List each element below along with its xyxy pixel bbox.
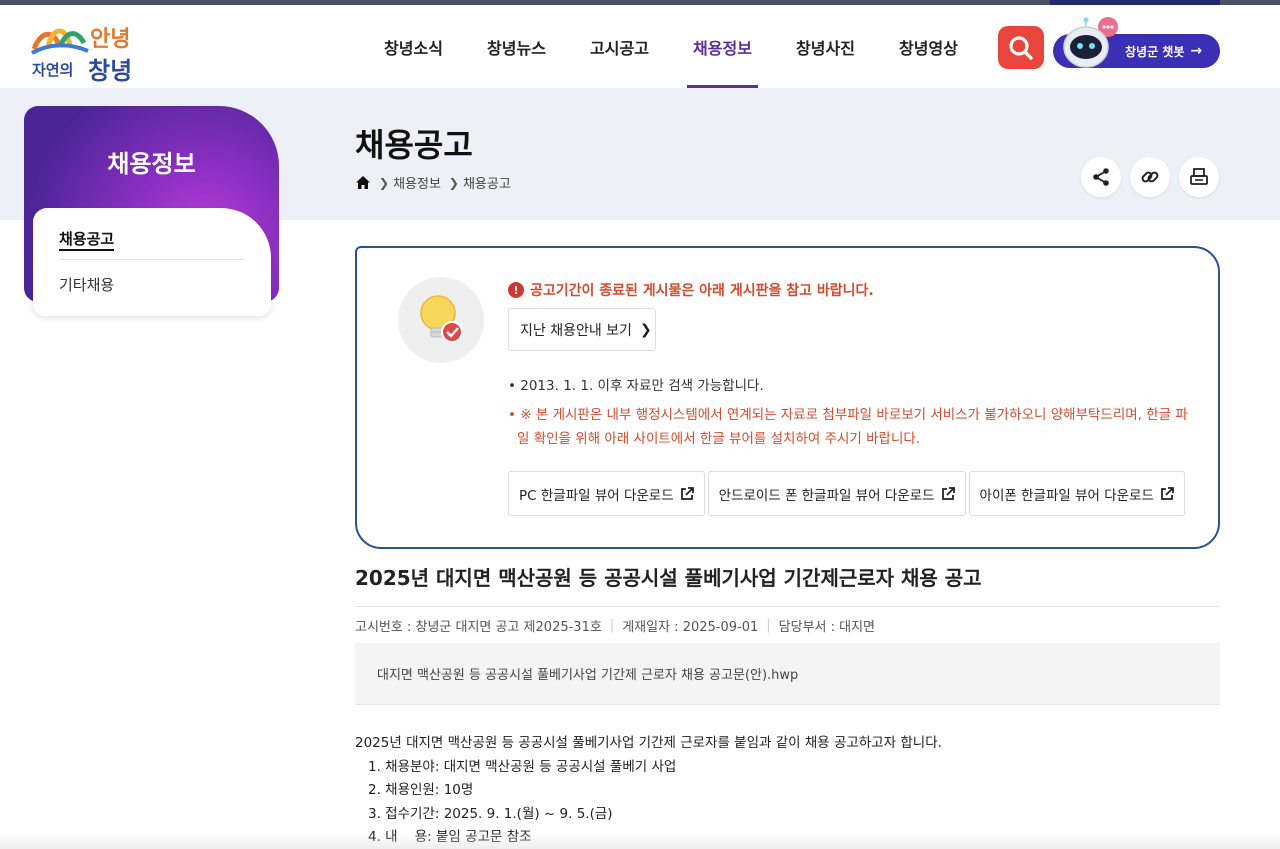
list-item: 1. 채용분야: 대지면 맥산공원 등 공공시설 풀베기 사업: [368, 758, 677, 775]
search-icon: [1009, 35, 1033, 60]
meta-divider: |: [766, 618, 771, 633]
sidebar-item-other-jobs[interactable]: 기타채용: [59, 260, 245, 295]
share-button[interactable]: [1081, 157, 1121, 197]
nav-item-photos[interactable]: 창녕사진: [774, 5, 877, 88]
sidebar-item-label: 채용공고: [59, 230, 115, 251]
sidebar-item-job-posting[interactable]: 채용공고: [59, 228, 245, 260]
site-header: 안녕 자연의 창녕 창녕소식 창녕뉴스 고시공고 채용정보 창녕사진 창녕영상 …: [0, 5, 1280, 88]
post-title: 2025년 대지면 맥산공원 등 공공시설 풀베기사업 기간제근로자 채용 공고: [355, 566, 982, 590]
external-link-icon: [1160, 486, 1174, 500]
list-item: 2. 채용인원: 10명: [368, 782, 474, 798]
robot-icon: [1063, 17, 1118, 68]
logo-text-nature: 자연의: [32, 61, 74, 79]
post-meta: 고시번호 : 창녕군 대지면 공고 제2025-31호 | 게재일자 : 202…: [355, 606, 1220, 644]
download-label: 안드로이드 폰 한글파일 뷰어 다운로드: [718, 487, 935, 504]
print-icon: [1190, 168, 1208, 185]
sidebar-menu: 채용공고 기타채용: [33, 208, 271, 316]
logo-text-hello: 안녕: [90, 27, 131, 52]
nav-item-press[interactable]: 창녕뉴스: [465, 5, 568, 88]
sidebar-title: 채용정보: [107, 150, 196, 178]
page-tools: [1081, 157, 1228, 197]
notice-bullet-date: • 2013. 1. 1. 이후 자료만 검색 가능합니다.: [508, 378, 764, 394]
post-date: 게재일자 : 2025-09-01: [622, 620, 759, 635]
meta-divider: |: [609, 618, 615, 633]
breadcrumb: ❯ 채용정보 ❯ 채용공고: [355, 173, 511, 192]
post-notice-number: 고시번호 : 창녕군 대지면 공고 제2025-31호: [355, 620, 602, 635]
nav-item-videos[interactable]: 창녕영상: [877, 5, 980, 88]
external-link-icon: [680, 486, 694, 500]
search-button[interactable]: [998, 26, 1044, 69]
notice-box: ! 공고기간이 종료된 게시물은 아래 게시판을 참고 바랍니다. 지난 채용안…: [355, 246, 1220, 549]
post-department: 담당부서 : 대지면: [778, 620, 876, 635]
notice-bullets: • 2013. 1. 1. 이후 자료만 검색 가능합니다. • ※ 본 게시판…: [508, 374, 1198, 451]
nav-item-notices[interactable]: 고시공고: [568, 5, 671, 88]
print-button[interactable]: [1179, 157, 1219, 197]
list-item: 3. 접수기간: 2025. 9. 1.(월) ~ 9. 5.(금): [368, 805, 613, 822]
site-logo[interactable]: 안녕 자연의 창녕: [30, 17, 140, 85]
attachment-box: 대지면 맥산공원 등 공공시설 풀베기사업 기간제 근로자 채용 공고문(안).…: [355, 643, 1220, 705]
bottom-shadow: [0, 832, 1280, 849]
copy-link-button[interactable]: [1130, 157, 1170, 197]
chatbot-label: 창녕군 챗봇: [1125, 44, 1185, 59]
link-icon: [1141, 171, 1159, 183]
logo-text-changnyeong: 창녕: [88, 57, 133, 85]
attachment-file-link[interactable]: 대지면 맥산공원 등 공공시설 풀베기사업 기간제 근로자 채용 공고문(안).…: [377, 664, 798, 683]
notice-warning: ! 공고기간이 종료된 게시물은 아래 게시판을 참고 바랍니다.: [508, 280, 874, 300]
post-intro: 2025년 대지면 맥산공원 등 공공시설 풀베기사업 기간제 근로자를 붙임과…: [355, 735, 942, 751]
share-icon: [1093, 168, 1109, 186]
nav-item-jobs[interactable]: 채용정보: [671, 5, 774, 88]
breadcrumb-item-posting[interactable]: 채용공고: [463, 173, 511, 192]
nav-item-news[interactable]: 창녕소식: [362, 5, 465, 88]
chevron-right-icon: ❯: [448, 175, 459, 190]
download-iphone-viewer-button[interactable]: 아이폰 한글파일 뷰어 다운로드: [968, 471, 1185, 516]
sidebar: 채용정보 채용공고 기타채용: [24, 106, 279, 316]
main-nav: 창녕소식 창녕뉴스 고시공고 채용정보 창녕사진 창녕영상: [362, 5, 980, 88]
logo-mark-icon: [31, 28, 89, 55]
chevron-right-icon: ❯: [639, 321, 652, 338]
page-title: 채용공고: [355, 126, 473, 164]
breadcrumb-item-jobs[interactable]: 채용정보: [393, 173, 441, 192]
download-android-viewer-button[interactable]: 안드로이드 폰 한글파일 뷰어 다운로드: [707, 471, 966, 516]
download-label: 아이폰 한글파일 뷰어 다운로드: [979, 487, 1154, 504]
past-jobs-button[interactable]: 지난 채용안내 보기 ❯: [508, 308, 656, 351]
past-jobs-label: 지난 채용안내 보기: [520, 322, 632, 339]
chevron-right-icon: ❯: [379, 175, 390, 190]
home-icon[interactable]: [355, 175, 371, 190]
lightbulb-icon: [398, 277, 484, 363]
external-link-icon: [941, 486, 955, 500]
notice-warning-text: 공고기간이 종료된 게시물은 아래 게시판을 참고 바랍니다.: [530, 283, 874, 299]
download-buttons: PC 한글파일 뷰어 다운로드 안드로이드 폰 한글파일 뷰어 다운로드 아이폰…: [508, 471, 1188, 516]
notice-bullet-viewer: • ※ 본 게시판은 내부 행정시스템에서 연계되는 자료로 첨부파일 바로보기…: [508, 407, 1188, 447]
download-label: PC 한글파일 뷰어 다운로드: [519, 487, 674, 504]
arrow-right-icon: →: [1190, 43, 1203, 59]
alert-icon: !: [508, 282, 524, 298]
download-pc-viewer-button[interactable]: PC 한글파일 뷰어 다운로드: [508, 471, 705, 516]
